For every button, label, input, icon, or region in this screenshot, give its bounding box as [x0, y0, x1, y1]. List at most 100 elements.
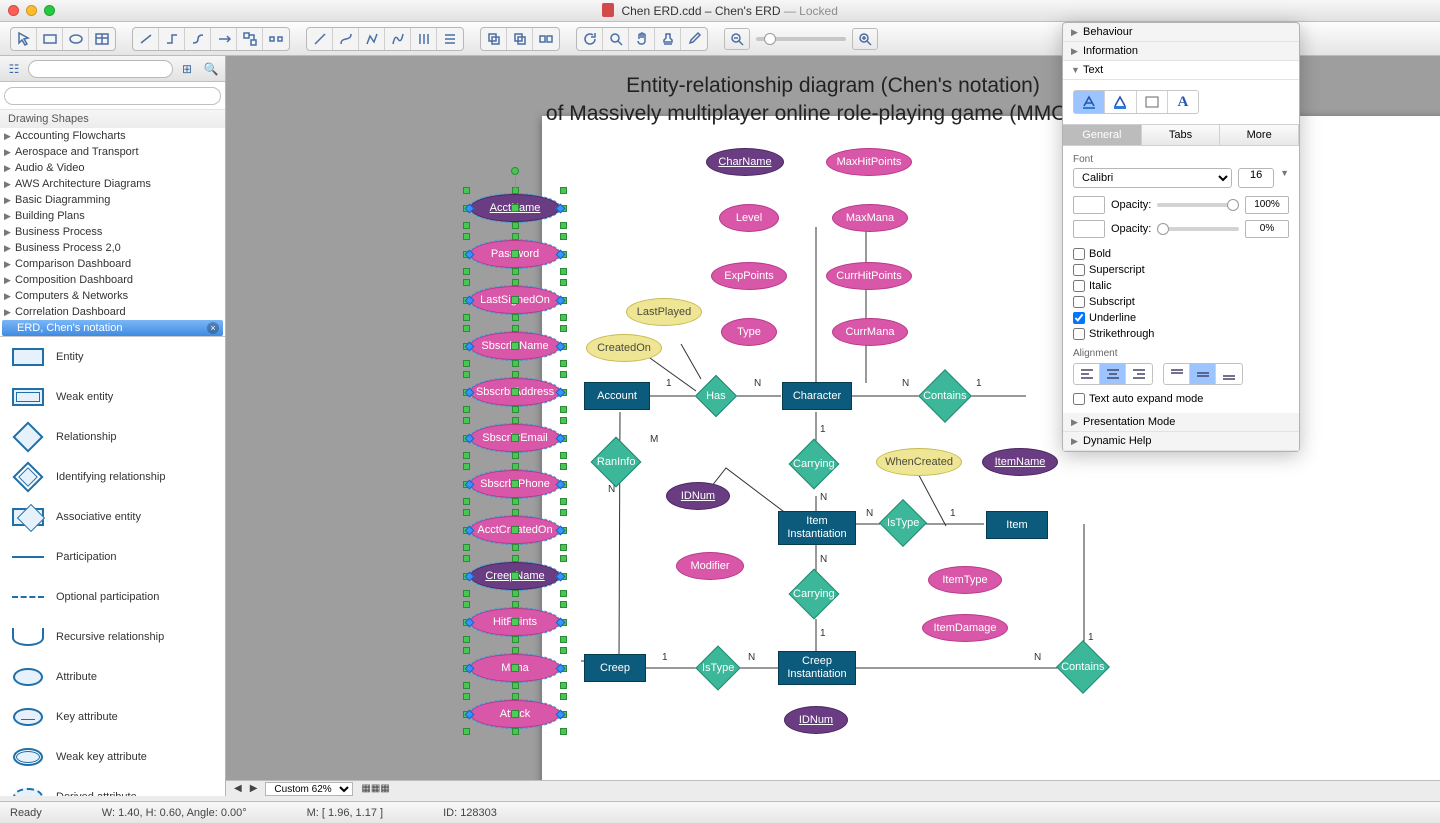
shape-item[interactable]: Recursive relationship — [0, 617, 225, 657]
attr-selected[interactable]: SbscrbrAddress — [470, 378, 560, 406]
section-presentation[interactable]: ▶Presentation Mode — [1063, 413, 1299, 432]
category-item[interactable]: ▶Basic Diagramming — [0, 192, 225, 208]
entity-character[interactable]: Character — [782, 382, 852, 410]
arrange-1[interactable] — [481, 28, 507, 50]
attr-lastplayed[interactable]: LastPlayed — [626, 298, 702, 326]
rel-contains-2[interactable]: Contains — [1056, 640, 1110, 694]
zoom-in-icon[interactable] — [852, 28, 878, 50]
shape-item[interactable]: Derived attribute — [0, 777, 225, 796]
entity-account[interactable]: Account — [584, 382, 650, 410]
shape-item[interactable]: Key attribute — [0, 697, 225, 737]
shape-item[interactable]: Attribute — [0, 657, 225, 697]
align-left-icon[interactable] — [1074, 364, 1100, 384]
tab-general[interactable]: General — [1063, 125, 1142, 145]
category-item[interactable]: ▶Aerospace and Transport — [0, 144, 225, 160]
bg-color[interactable] — [1073, 220, 1105, 238]
pointer-tool[interactable] — [11, 28, 37, 50]
rel-carrying-2[interactable]: Carrying — [789, 569, 840, 620]
category-item[interactable]: ▶Accounting Flowcharts — [0, 128, 225, 144]
category-item[interactable]: ▶Business Process — [0, 224, 225, 240]
attr-idnum-2[interactable]: IDNum — [784, 706, 848, 734]
category-item[interactable]: ▶AWS Architecture Diagrams — [0, 176, 225, 192]
connector-4[interactable] — [211, 28, 237, 50]
attr-selected[interactable]: SbscrbrName — [470, 332, 560, 360]
line-6[interactable] — [437, 28, 463, 50]
connector-6[interactable] — [263, 28, 289, 50]
valign-top-icon[interactable] — [1164, 364, 1190, 384]
attr-itemdamage[interactable]: ItemDamage — [922, 614, 1008, 642]
section-information[interactable]: ▶Information — [1063, 42, 1299, 61]
align-center-icon[interactable] — [1100, 364, 1126, 384]
attr-currmana[interactable]: CurrMana — [832, 318, 908, 346]
entity-creep-inst[interactable]: Creep Instantiation — [778, 651, 856, 685]
attr-selected[interactable]: LastSignedOn — [470, 286, 560, 314]
properties-panel[interactable]: ▶Behaviour ▶Information ▼Text A General … — [1062, 22, 1300, 452]
attr-idnum-1[interactable]: IDNum — [666, 482, 730, 510]
attr-selected[interactable]: CreepName — [470, 562, 560, 590]
category-item[interactable]: ▶Audio & Video — [0, 160, 225, 176]
opacity-slider-1[interactable] — [1157, 203, 1239, 207]
connector-5[interactable] — [237, 28, 263, 50]
minimize-icon[interactable] — [26, 5, 37, 16]
text-background-icon[interactable] — [1105, 91, 1136, 113]
attr-level[interactable]: Level — [719, 204, 779, 232]
attr-createdon[interactable]: CreatedOn — [586, 334, 662, 362]
attr-modifier[interactable]: Modifier — [676, 552, 744, 580]
zoom-slider[interactable] — [756, 37, 846, 41]
opacity-value-2[interactable]: 0% — [1245, 220, 1289, 238]
attr-selected[interactable]: Attack — [470, 700, 560, 728]
close-category-icon[interactable]: × — [207, 322, 219, 334]
arrange-3[interactable] — [533, 28, 559, 50]
shape-item[interactable]: Participation — [0, 537, 225, 577]
category-item[interactable]: ▶Building Plans — [0, 208, 225, 224]
attr-type[interactable]: Type — [721, 318, 777, 346]
check-super[interactable]: Superscript — [1073, 264, 1177, 276]
close-icon[interactable] — [8, 5, 19, 16]
opacity-value-1[interactable]: 100% — [1245, 196, 1289, 214]
check-strike[interactable]: Strikethrough — [1073, 328, 1223, 340]
attr-itemname[interactable]: ItemName — [982, 448, 1058, 476]
eyedropper-icon[interactable] — [681, 28, 707, 50]
attr-selected[interactable]: Password — [470, 240, 560, 268]
entity-creep[interactable]: Creep — [584, 654, 646, 682]
attr-selected[interactable]: Mana — [470, 654, 560, 682]
attr-itemtype[interactable]: ItemType — [928, 566, 1002, 594]
shape-item[interactable]: Associative entity — [0, 497, 225, 537]
rel-raninfo[interactable]: RanInfo — [591, 437, 642, 488]
opacity-slider-2[interactable] — [1157, 227, 1239, 231]
section-help[interactable]: ▶Dynamic Help — [1063, 432, 1299, 451]
line-3[interactable] — [359, 28, 385, 50]
entity-item-inst[interactable]: Item Instantiation — [778, 511, 856, 545]
library-tree-icon[interactable]: ☷ — [4, 60, 24, 78]
zoom-tool-icon[interactable] — [603, 28, 629, 50]
tab-tabs[interactable]: Tabs — [1142, 125, 1221, 145]
valign-bot-icon[interactable] — [1216, 364, 1242, 384]
attr-selected[interactable]: SbscrbrPhone — [470, 470, 560, 498]
section-text[interactable]: ▼Text — [1063, 61, 1299, 80]
connector-3[interactable] — [185, 28, 211, 50]
check-auto-expand[interactable]: Text auto expand mode — [1073, 393, 1289, 405]
line-2[interactable] — [333, 28, 359, 50]
connector-1[interactable] — [133, 28, 159, 50]
refresh-icon[interactable] — [577, 28, 603, 50]
check-sub[interactable]: Subscript — [1073, 296, 1177, 308]
zoom-out-icon[interactable] — [724, 28, 750, 50]
attr-selected[interactable]: AcctCreatedOn — [470, 516, 560, 544]
category-active[interactable]: ERD, Chen's notation × — [2, 320, 223, 336]
fg-color[interactable] — [1073, 196, 1105, 214]
attr-selected[interactable]: SbscrbrEmail — [470, 424, 560, 452]
zoom-icon[interactable] — [44, 5, 55, 16]
library-search[interactable] — [4, 87, 221, 105]
zoom-select[interactable]: Custom 62% — [265, 782, 353, 796]
shape-item[interactable]: Weak key attribute — [0, 737, 225, 777]
attr-selected[interactable]: AcctName — [470, 194, 560, 222]
attr-maxhp[interactable]: MaxHitPoints — [826, 148, 912, 176]
rel-istype-2[interactable]: IsType — [695, 645, 740, 690]
attr-charname[interactable]: CharName — [706, 148, 784, 176]
stamp-icon[interactable] — [655, 28, 681, 50]
line-4[interactable] — [385, 28, 411, 50]
font-select[interactable]: Calibri — [1073, 168, 1232, 188]
align-right-icon[interactable] — [1126, 364, 1152, 384]
shape-item[interactable]: Identifying relationship — [0, 457, 225, 497]
check-bold[interactable]: Bold — [1073, 248, 1177, 260]
